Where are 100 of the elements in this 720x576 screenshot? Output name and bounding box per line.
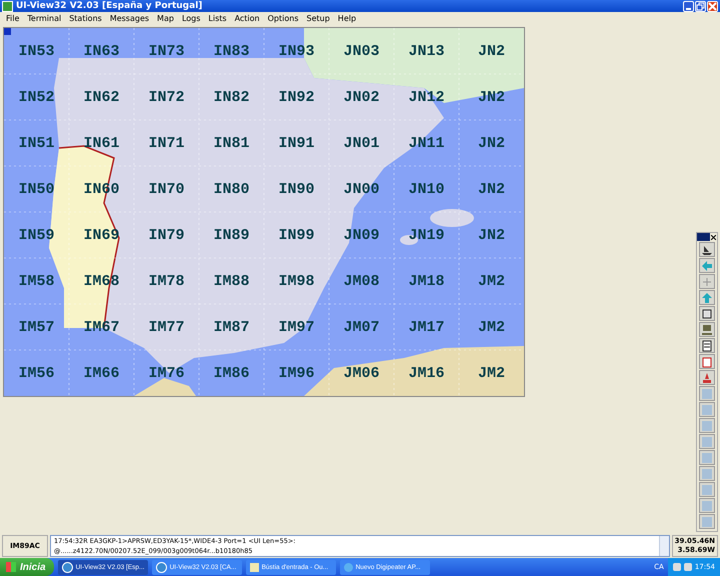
map-tile-button[interactable]: [699, 418, 715, 433]
map-tile-icon: [701, 404, 713, 416]
grid-locator-label: IN89: [213, 228, 250, 242]
minimize-button[interactable]: [683, 0, 694, 12]
restore-button[interactable]: [695, 0, 706, 12]
map-tile-button[interactable]: [699, 482, 715, 497]
menu-item[interactable]: Lists: [204, 14, 231, 23]
marker-icon: [701, 372, 713, 384]
grid-locator-label: JN01: [343, 136, 380, 150]
grid-locator-label: IM67: [83, 320, 120, 334]
window-button[interactable]: [699, 306, 715, 321]
grid-locator-label: JM17: [408, 320, 444, 334]
grid-locator-label: JN10: [408, 182, 444, 196]
map-tile-icon: [701, 468, 713, 480]
grid-locator-label: JN13: [408, 44, 444, 58]
map-tile-button[interactable]: [699, 514, 715, 529]
grid-locator-label: JN2: [478, 44, 505, 58]
map-tile-button[interactable]: [699, 498, 715, 513]
grid-locator-label: JN2: [478, 136, 505, 150]
grid-locator-label: JN00: [343, 182, 380, 196]
menu-item[interactable]: Terminal: [23, 14, 66, 23]
map-tile-icon: [701, 420, 713, 432]
grid-locator-label: IM77: [148, 320, 184, 334]
grid-locator-label: JM18: [408, 274, 444, 288]
browser-e-icon: [344, 562, 353, 572]
grid-locator-label: IN83: [213, 44, 250, 58]
grid-locator-label: IM78: [148, 274, 184, 288]
grid-locator-label: JM2: [478, 320, 505, 334]
grid-locator-label: IN81: [213, 136, 250, 150]
menu-item[interactable]: Setup: [302, 14, 334, 23]
start-label: Inicia: [20, 562, 46, 572]
menu-item[interactable]: Options: [264, 14, 302, 23]
list-icon: [701, 340, 713, 352]
envelope-icon: [250, 562, 259, 572]
grid-locator-label: IN53: [18, 44, 54, 58]
computer-button[interactable]: [699, 322, 715, 337]
map-tile-button[interactable]: [699, 450, 715, 465]
page-icon: [701, 356, 713, 368]
grid-button[interactable]: [699, 274, 715, 289]
cross-icon: [701, 276, 713, 288]
map-button[interactable]: [699, 354, 715, 369]
close-icon: [711, 234, 716, 240]
grid-locator-label: JM07: [343, 320, 380, 334]
map-tile-icon: [701, 452, 713, 464]
grid-locator-label: IN70: [148, 182, 184, 196]
menu-item[interactable]: Help: [334, 14, 360, 23]
grid-locator-label: JN2: [478, 228, 505, 242]
grid-locator-label: JM06: [343, 366, 380, 380]
menu-item[interactable]: Stations: [65, 14, 106, 23]
left-arrow-icon: [701, 260, 713, 272]
close-button[interactable]: [710, 233, 717, 241]
windows-flag-icon: [6, 562, 16, 572]
menu-item[interactable]: Messages: [106, 14, 154, 23]
scroll-bar[interactable]: [659, 536, 669, 556]
grid-locator-label: IN52: [18, 90, 54, 104]
ship-icon: [701, 244, 713, 256]
map-tile-button[interactable]: [699, 386, 715, 401]
grid-locator-label: IN90: [278, 182, 314, 196]
menu-item[interactable]: File: [2, 14, 24, 23]
grid-locator-label: IN71: [148, 136, 184, 150]
restore-icon: [696, 2, 705, 10]
grid-locator-label: JM2: [478, 366, 505, 380]
globe-icon: [62, 562, 73, 572]
grid-locator-label: IM76: [148, 366, 184, 380]
map-tile-button[interactable]: [699, 434, 715, 449]
grid-locator-label: IN93: [278, 44, 314, 58]
menu-item[interactable]: Action: [230, 14, 264, 23]
map-tile-button[interactable]: [699, 466, 715, 481]
grid-locator-label: JN03: [343, 44, 380, 58]
grid-locator-label: JN2: [478, 90, 505, 104]
map-tile-icon: [701, 516, 713, 528]
grid-locator-label: IM56: [18, 366, 54, 380]
map-tile-button[interactable]: [699, 402, 715, 417]
grid-locator-label: IN91: [278, 136, 314, 150]
grid-locator-label: IM57: [18, 320, 54, 334]
grid-locator-label: JN12: [408, 90, 444, 104]
map-tile-icon: [701, 436, 713, 448]
grid-locator-label: IM87: [213, 320, 250, 334]
grid-locator-label: JN02: [343, 90, 380, 104]
app-icon: [2, 0, 13, 12]
grid-locator-label: IM96: [278, 366, 314, 380]
grid-locator-label: JN09: [343, 228, 380, 242]
grid-locator-label: IN61: [83, 136, 120, 150]
grid-locator-label: IM88: [213, 274, 250, 288]
list-button[interactable]: [699, 338, 715, 353]
map-corner-marker: [4, 28, 11, 35]
grid-locator-label: JN2: [478, 182, 505, 196]
grid-locator-label: IN92: [278, 90, 314, 104]
close-icon: [708, 2, 717, 10]
grid-locator-label: IN82: [213, 90, 250, 104]
grid-locator-label: IN51: [18, 136, 54, 150]
menu-item[interactable]: Logs: [178, 14, 204, 23]
window-icon: [701, 308, 713, 320]
grid-locator-label: IN73: [148, 44, 184, 58]
grid-locator-label: IN79: [148, 228, 184, 242]
menu-item[interactable]: Map: [153, 14, 178, 23]
toolbar-ship-button[interactable]: [699, 242, 715, 257]
marker-button[interactable]: [699, 370, 715, 385]
up-arrow-icon: [701, 292, 713, 304]
grid-locator-label: JM16: [408, 366, 444, 380]
